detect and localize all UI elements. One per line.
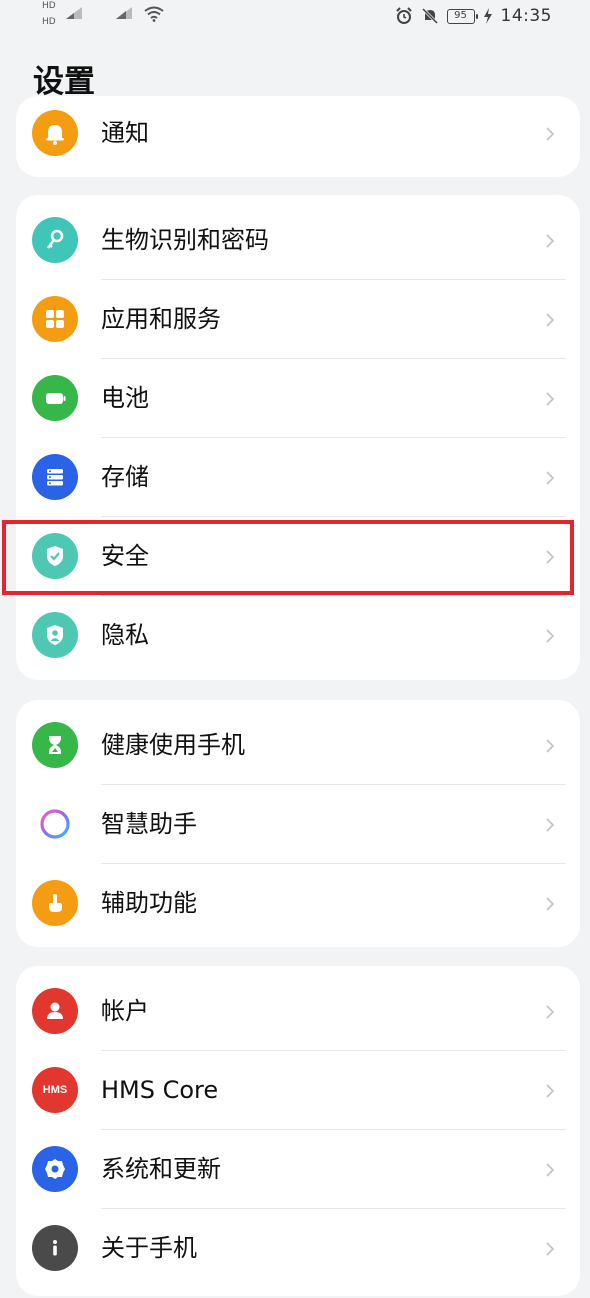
- user-icon: [32, 988, 78, 1034]
- privacy-shield-icon: [32, 612, 78, 658]
- sim1-hd-label: HD: [42, 1, 56, 11]
- assistant-ring-icon: [32, 801, 78, 847]
- charging-icon: [483, 8, 492, 24]
- mute-icon: [421, 7, 438, 25]
- settings-item-label: 电池: [101, 384, 149, 412]
- battery-icon: 95: [446, 8, 478, 24]
- signal-strength-icon: [66, 7, 82, 19]
- chevron-right-icon: [546, 1005, 555, 1019]
- settings-item-label: HMS Core: [101, 1076, 219, 1104]
- wifi-icon: [144, 6, 164, 22]
- settings-item-privacy[interactable]: 隐私: [16, 596, 580, 675]
- hourglass-icon: [32, 722, 78, 768]
- settings-item-label: 系统和更新: [101, 1155, 221, 1183]
- settings-item-label: 辅助功能: [101, 889, 197, 917]
- chevron-right-icon: [546, 313, 555, 327]
- highlight-box: [2, 520, 574, 595]
- settings-item-label: 关于手机: [101, 1234, 197, 1262]
- chevron-right-icon: [546, 127, 555, 141]
- battery-level: 95: [454, 9, 467, 21]
- clock: 14:35: [500, 6, 552, 26]
- settings-item-battery[interactable]: 电池: [16, 359, 580, 438]
- settings-item-smart-assistant[interactable]: 智慧助手: [16, 785, 580, 864]
- settings-item-apps-services[interactable]: 应用和服务: [16, 280, 580, 359]
- settings-item-account[interactable]: 帐户: [16, 972, 580, 1051]
- settings-item-system-update[interactable]: 系统和更新: [16, 1130, 580, 1209]
- settings-item-storage[interactable]: 存储: [16, 438, 580, 517]
- settings-group-3: 健康使用手机 智慧助手 辅助功能: [16, 700, 580, 947]
- hand-icon: [32, 880, 78, 926]
- key-icon: [32, 217, 78, 263]
- settings-group-2: 生物识别和密码 应用和服务 电池 存储 安全 隐私: [16, 195, 580, 680]
- bell-icon: [32, 110, 78, 156]
- chevron-right-icon: [546, 629, 555, 643]
- chevron-right-icon: [546, 739, 555, 753]
- settings-group-1: 通知: [16, 96, 580, 177]
- settings-item-label: 应用和服务: [101, 305, 221, 333]
- settings-item-label: 生物识别和密码: [101, 226, 269, 254]
- settings-item-label: 健康使用手机: [101, 731, 245, 759]
- chevron-right-icon: [546, 1084, 555, 1098]
- apps-grid-icon: [32, 296, 78, 342]
- settings-item-about-phone[interactable]: 关于手机: [16, 1209, 580, 1288]
- chevron-right-icon: [546, 1242, 555, 1256]
- settings-item-label: 通知: [101, 119, 149, 147]
- alarm-icon: [395, 7, 412, 24]
- settings-group-4: 帐户 HMS HMS Core 系统和更新 关于手机: [16, 966, 580, 1296]
- info-icon: [32, 1225, 78, 1271]
- chevron-right-icon: [546, 234, 555, 248]
- signal-strength-2-icon: [116, 7, 132, 19]
- chevron-right-icon: [546, 1163, 555, 1177]
- chevron-right-icon: [546, 818, 555, 832]
- settings-item-notifications[interactable]: 通知: [16, 96, 580, 173]
- chevron-right-icon: [546, 897, 555, 911]
- settings-item-hms-core[interactable]: HMS HMS Core: [16, 1051, 580, 1130]
- status-bar: HD HD 95 14:35: [0, 0, 590, 34]
- settings-item-digital-balance[interactable]: 健康使用手机: [16, 706, 580, 785]
- storage-icon: [32, 454, 78, 500]
- hms-icon-text: HMS: [42, 1084, 68, 1096]
- settings-item-label: 智慧助手: [101, 810, 197, 838]
- settings-item-label: 帐户: [101, 997, 149, 1025]
- chevron-right-icon: [546, 471, 555, 485]
- page-title: 设置: [33, 64, 95, 100]
- sim2-hd-label: HD: [42, 17, 56, 27]
- gear-icon: [32, 1146, 78, 1192]
- status-right: 95 14:35: [395, 5, 553, 27]
- chevron-right-icon: [546, 392, 555, 406]
- settings-item-biometrics-password[interactable]: 生物识别和密码: [16, 201, 580, 280]
- battery-icon: [32, 375, 78, 421]
- hms-icon: HMS: [32, 1067, 78, 1113]
- settings-item-label: 存储: [101, 463, 149, 491]
- settings-item-accessibility[interactable]: 辅助功能: [16, 864, 580, 943]
- settings-item-label: 隐私: [101, 621, 149, 649]
